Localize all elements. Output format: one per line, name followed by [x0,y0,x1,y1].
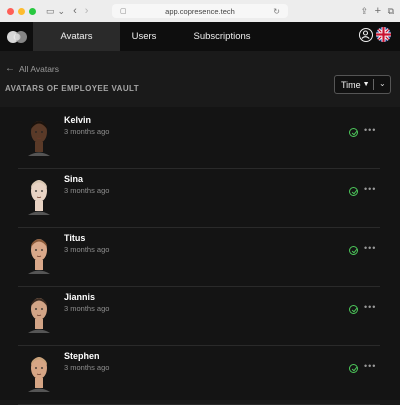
avatar-timestamp: 3 months ago [64,127,110,136]
avatar-name: Stephen [64,351,100,361]
chevron-down-icon[interactable]: ⌄ [58,0,66,22]
browser-toolbar: ▭ ⌄ ‹ › ▢ app.copresence.tech ↻ ⇪ + ⧉ [0,0,400,23]
avatar [26,293,52,333]
page-title: AVATARS OF EMPLOYEE VAULT [5,84,139,93]
list-item[interactable]: Jiannis 3 months ago ••• [18,286,380,346]
user-profile-icon[interactable] [359,27,373,42]
avatar-name: Sina [64,174,84,184]
close-window-button[interactable] [7,7,14,15]
sort-select[interactable]: Time ▼ ⌄ [334,75,391,94]
window-controls [7,7,36,15]
share-icon[interactable]: ⇪ [360,0,368,22]
app-logo[interactable] [0,22,33,51]
list-item[interactable]: Titus 3 months ago ••• [18,227,380,287]
tab-avatars[interactable]: Avatars [33,22,120,51]
chevron-down-icon[interactable]: ⌄ [379,79,386,88]
check-circle-icon [349,246,358,255]
avatar-timestamp: 3 months ago [64,304,110,313]
tab-users[interactable]: Users [120,22,168,51]
address-bar[interactable]: ▢ app.copresence.tech ↻ [112,4,288,18]
list-item[interactable]: Kelvin 3 months ago ••• [18,109,380,169]
avatar-timestamp: 3 months ago [64,245,110,254]
avatar [26,234,52,274]
avatar-timestamp: 3 months ago [64,186,110,195]
back-nav-icon[interactable]: ‹ [73,0,77,22]
check-circle-icon [349,305,358,314]
avatar [26,116,52,156]
sidebar-toggle-icon[interactable]: ▭ [46,0,55,22]
new-tab-icon[interactable]: + [375,0,381,22]
back-to-all-avatars-link[interactable]: ← All Avatars [5,63,59,74]
list-item[interactable]: Stephen 3 months ago ••• [18,345,380,405]
more-options-icon[interactable]: ••• [364,302,376,312]
check-circle-icon [349,364,358,373]
list-item[interactable]: Sina 3 months ago ••• [18,168,380,228]
sort-label: Time [341,79,361,90]
avatar [26,352,52,392]
sort-direction-icon[interactable]: ▼ [363,81,370,88]
zoom-window-button[interactable] [29,7,36,15]
divider [373,79,374,90]
reload-icon[interactable]: ↻ [273,7,280,16]
more-options-icon[interactable]: ••• [364,184,376,194]
uk-flag-icon[interactable] [376,27,391,42]
avatar-name: Jiannis [64,292,96,302]
avatar-list: Kelvin 3 months ago ••• Sina 3 months ago •••… [0,107,400,405]
app-header: Avatars Users Subscriptions [0,22,400,51]
tab-overview-icon[interactable]: ⧉ [388,0,394,22]
tab-subscriptions[interactable]: Subscriptions [168,22,276,51]
avatar-name: Kelvin [64,115,92,125]
check-circle-icon [349,128,358,137]
check-circle-icon [349,187,358,196]
avatar-name: Titus [64,233,86,243]
avatar-timestamp: 3 months ago [64,363,110,372]
avatar [26,175,52,215]
back-link-label: All Avatars [19,63,60,74]
forward-nav-icon[interactable]: › [85,0,89,22]
more-options-icon[interactable]: ••• [364,243,376,253]
minimize-window-button[interactable] [18,7,25,15]
more-options-icon[interactable]: ••• [364,361,376,371]
url-text: app.copresence.tech [165,6,235,16]
shield-icon: ▢ [120,8,127,15]
arrow-left-icon: ← [5,63,15,74]
more-options-icon[interactable]: ••• [364,125,376,135]
